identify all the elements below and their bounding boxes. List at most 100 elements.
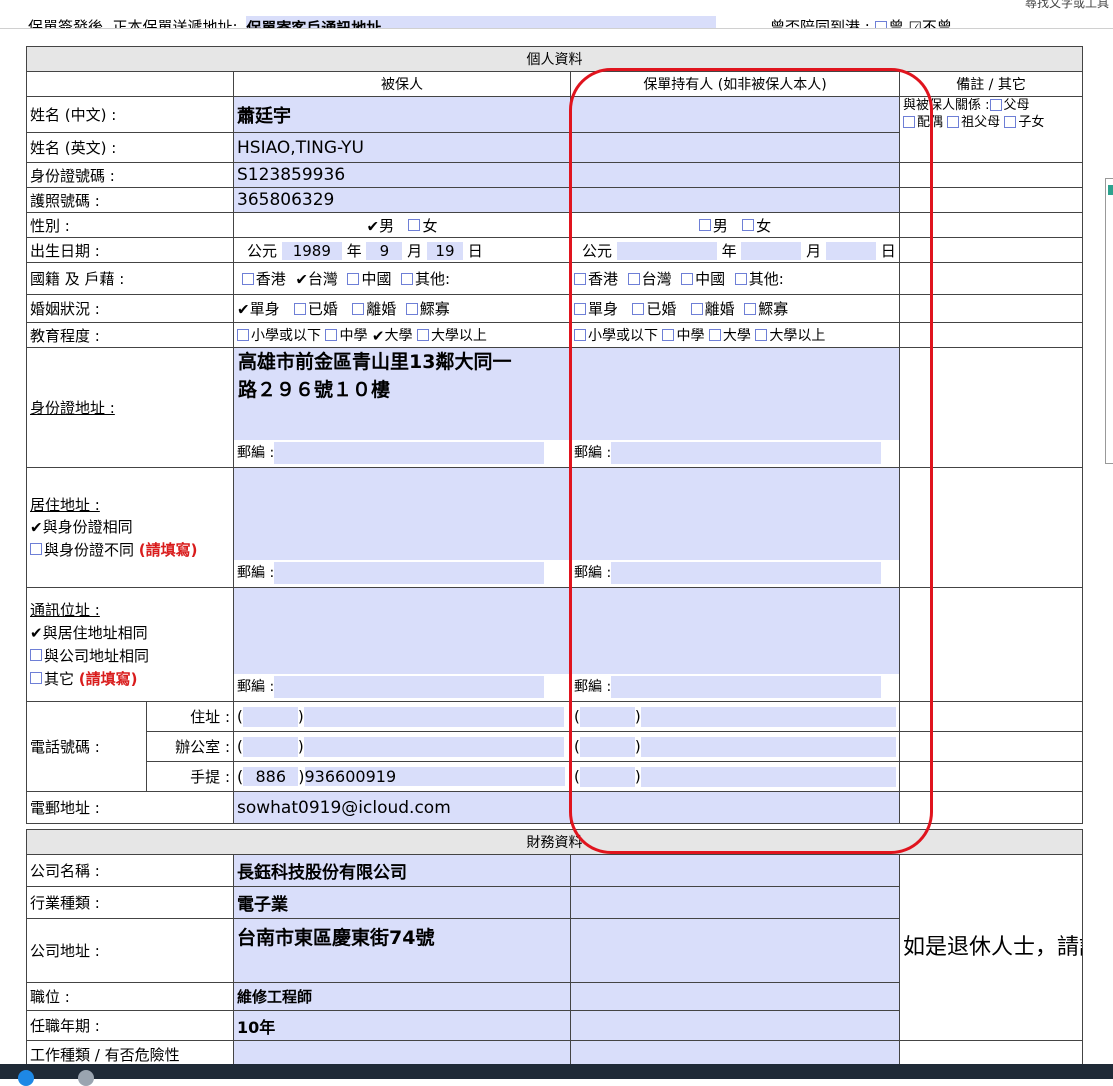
holder-nat-hk-checkbox[interactable] [574, 272, 586, 285]
hk-visit-no-checkmark[interactable]: ☑ [908, 19, 921, 29]
holder-email-field[interactable] [570, 791, 900, 824]
res-diff-checkbox[interactable] [30, 543, 42, 556]
holder-office-number-field[interactable] [640, 736, 896, 757]
holder-res-address-field[interactable] [571, 468, 899, 560]
insured-id-address-field[interactable]: 高雄市前金區青山里13鄰大同一 路２９６號１０樓 [234, 348, 570, 440]
res-same-checkmark[interactable]: ✔ [30, 519, 43, 537]
insured-mail-zip-field[interactable] [274, 676, 545, 698]
holder-nat-tw-checkbox[interactable] [627, 272, 640, 285]
browser-icon[interactable] [18, 1070, 34, 1086]
hk-visit-yes-checkbox[interactable] [874, 20, 887, 28]
marital-widowed-checkbox[interactable] [405, 302, 418, 315]
mail-address-label-cell: 通訊位址 : ✔與居住地址相同 與公司地址相同 其它 (請填寫) [26, 587, 234, 702]
insured-home-code-field[interactable] [242, 706, 298, 727]
insured-passport-field[interactable]: 365806329 [233, 187, 571, 213]
holder-male-checkbox[interactable] [698, 219, 711, 231]
holder-position-field[interactable] [570, 982, 900, 1011]
holder-res-zip-field[interactable] [611, 562, 882, 584]
holder-industry-field[interactable] [570, 886, 900, 919]
holder-dob-month-field[interactable] [741, 241, 802, 260]
mail-other-checkbox[interactable] [30, 672, 42, 684]
edu-postgrad-checkbox[interactable] [416, 329, 429, 341]
holder-mobile-number-field[interactable] [640, 766, 896, 787]
relation-child-checkbox[interactable] [1004, 115, 1017, 128]
relation-spouse-checkbox[interactable] [903, 115, 915, 128]
holder-home-number-field[interactable] [640, 706, 896, 727]
edu-primary-checkbox[interactable] [237, 329, 249, 341]
holder-marital-single-checkbox[interactable] [574, 302, 586, 315]
holder-name-en-field[interactable] [570, 132, 900, 163]
holder-dob-day-field[interactable] [825, 241, 876, 260]
holder-id-field[interactable] [570, 162, 900, 188]
nat-other-checkbox[interactable] [401, 272, 414, 285]
holder-marital-married-checkbox[interactable] [632, 302, 645, 315]
holder-nat-cn-checkbox[interactable] [681, 272, 694, 285]
insured-mobile-code-field[interactable]: 886 [243, 767, 299, 786]
holder-edu-primary-checkbox[interactable] [574, 329, 586, 341]
holder-dob-year-field[interactable] [616, 241, 717, 260]
side-panel-edge[interactable] [1105, 178, 1113, 464]
remarks-blank [898, 791, 1084, 824]
holder-company-name-field[interactable] [570, 854, 900, 887]
app-icon[interactable] [78, 1070, 94, 1086]
company-address-field[interactable]: 台南市東區慶東街74號 [233, 918, 571, 983]
holder-passport-field[interactable] [570, 187, 900, 213]
insured-dob-year-field[interactable]: 1989 [281, 241, 342, 260]
nat-hk-checkbox[interactable] [241, 272, 254, 285]
insured-office-code-field[interactable] [242, 736, 298, 757]
company-name-field[interactable]: 長鈺科技股份有限公司 [233, 854, 571, 887]
mail-same-res-checkmark[interactable]: ✔ [30, 624, 43, 642]
nat-tw-checkmark[interactable]: ✔ [295, 271, 308, 289]
insured-name-cn-field[interactable]: 蕭廷宇 [233, 96, 571, 133]
relation-parent-checkbox[interactable] [989, 98, 1002, 111]
marital-single-checkmark[interactable]: ✔ [237, 301, 250, 319]
holder-years-field[interactable] [570, 1010, 900, 1041]
holder-marital-widowed-checkbox[interactable] [744, 302, 757, 315]
insured-mail-address-field[interactable] [234, 588, 570, 674]
insured-home-number-field[interactable] [303, 706, 564, 727]
insured-res-zip-field[interactable] [274, 562, 545, 584]
holder-edu-university-checkbox[interactable] [708, 329, 721, 341]
holder-edu-secondary-checkbox[interactable] [662, 329, 675, 341]
mail-same-company-checkbox[interactable] [30, 649, 42, 661]
holder-name-cn-field[interactable] [570, 96, 900, 133]
edu-secondary-checkbox[interactable] [325, 329, 338, 341]
edu-university-checkmark[interactable]: ✔ [372, 327, 385, 345]
insured-office-number-field[interactable] [303, 736, 564, 757]
insured-id-field[interactable]: S123859936 [233, 162, 571, 188]
insured-name-en-field[interactable]: HSIAO,TING-YU [233, 132, 571, 163]
relation-grandparent-checkbox[interactable] [947, 115, 960, 128]
insured-mobile-number-field[interactable]: 936600919 [304, 767, 565, 786]
insured-male-checkmark[interactable]: ✔ [367, 217, 380, 235]
holder-edu-postgrad-checkbox[interactable] [755, 329, 768, 341]
insured-dob-day-field[interactable]: 19 [426, 241, 463, 260]
holder-marital-divorced-checkbox[interactable] [690, 302, 703, 315]
holder-home-code-field[interactable] [579, 706, 635, 727]
edu-postgrad-label: 大學以上 [769, 328, 826, 344]
insured-email-field[interactable]: sowhat0919@icloud.com [233, 791, 571, 824]
insured-dob-month-field[interactable]: 9 [366, 241, 403, 260]
nat-cn-checkbox[interactable] [347, 272, 360, 285]
holder-nat-other-checkbox[interactable] [734, 272, 747, 285]
industry-field[interactable]: 電子業 [233, 886, 571, 919]
delivery-address-field[interactable]: 保單寄客戶通訊地址 [246, 16, 717, 28]
holder-id-zip-field[interactable] [611, 442, 882, 464]
marital-widowed-label: 鰥寡 [419, 300, 450, 318]
holder-office-code-field[interactable] [579, 736, 635, 757]
holder-mail-address-field[interactable] [571, 588, 899, 674]
position-field[interactable]: 維修工程師 [233, 982, 571, 1011]
marital-married-checkbox[interactable] [293, 302, 306, 315]
insured-res-address-field[interactable] [234, 468, 570, 560]
insured-id-zip-field[interactable] [274, 442, 545, 464]
holder-id-address-field[interactable] [571, 348, 899, 440]
find-tools-text[interactable]: 尋找文字或工具 [1025, 0, 1109, 11]
years-field[interactable]: 10年 [233, 1010, 571, 1041]
holder-mail-zip-field[interactable] [611, 676, 882, 698]
holder-company-address-field[interactable] [570, 918, 900, 983]
marital-divorced-checkbox[interactable] [352, 302, 365, 315]
holder-mobile-code-field[interactable] [579, 766, 635, 787]
nat-hk-label: 香港 [255, 270, 286, 288]
nationality-label: 國籍 及 戶藉 : [26, 262, 234, 295]
holder-female-checkbox[interactable] [742, 219, 755, 231]
insured-female-checkbox[interactable] [408, 219, 421, 231]
